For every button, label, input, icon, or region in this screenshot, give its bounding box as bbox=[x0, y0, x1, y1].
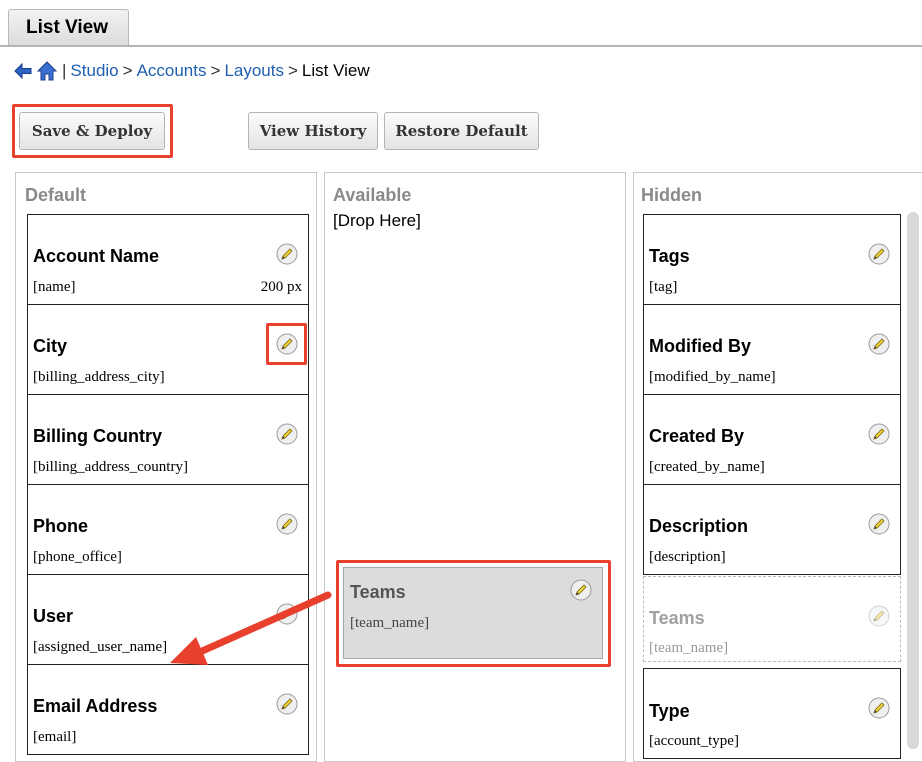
field-card[interactable]: Account Name [name] 200 px bbox=[27, 214, 309, 305]
available-column-title: Available bbox=[333, 185, 412, 205]
save-deploy-button[interactable]: Save & Deploy bbox=[19, 112, 165, 150]
field-name: [tag] bbox=[649, 279, 678, 295]
field-card[interactable]: Created By [created_by_name] bbox=[643, 394, 901, 485]
pencil-icon[interactable] bbox=[868, 697, 890, 719]
pencil-icon[interactable] bbox=[276, 693, 298, 715]
breadcrumb: | Studio > Accounts > Layouts > List Vie… bbox=[13, 59, 370, 83]
field-label: Type bbox=[649, 701, 690, 721]
field-name: [billing_address_city] bbox=[33, 369, 165, 385]
field-name: [created_by_name] bbox=[649, 459, 765, 475]
breadcrumb-arrow: > bbox=[287, 61, 298, 80]
field-name: [billing_address_country] bbox=[33, 459, 188, 475]
breadcrumb-layouts[interactable]: Layouts bbox=[224, 61, 284, 81]
field-card[interactable]: Phone [phone_office] bbox=[27, 484, 309, 575]
default-column-title: Default bbox=[25, 185, 87, 205]
field-card[interactable]: Billing Country [billing_address_country… bbox=[27, 394, 309, 485]
pencil-icon[interactable] bbox=[276, 243, 298, 265]
field-name: [assigned_user_name] bbox=[33, 639, 168, 655]
field-card[interactable]: Description [description] bbox=[643, 484, 901, 575]
field-name: [team_name] bbox=[350, 615, 430, 631]
breadcrumb-accounts[interactable]: Accounts bbox=[137, 61, 207, 81]
pencil-icon[interactable] bbox=[276, 513, 298, 535]
field-label: Modified By bbox=[649, 336, 751, 356]
available-column bbox=[324, 172, 626, 762]
field-label: Tags bbox=[649, 246, 690, 266]
field-label: Phone bbox=[33, 516, 89, 536]
pencil-icon[interactable] bbox=[570, 579, 592, 601]
field-label: Account Name bbox=[33, 246, 160, 266]
drop-zone[interactable]: [Drop Here] bbox=[333, 211, 421, 231]
field-card[interactable]: Email Address [email] bbox=[27, 664, 309, 755]
field-name: [description] bbox=[649, 549, 726, 565]
field-label: Description bbox=[649, 516, 749, 536]
field-label: Created By bbox=[649, 426, 745, 446]
field-label: Teams bbox=[350, 582, 406, 602]
pencil-icon[interactable] bbox=[276, 423, 298, 445]
field-card[interactable]: Type [account_type] bbox=[643, 668, 901, 759]
pencil-icon[interactable] bbox=[868, 513, 890, 535]
breadcrumb-arrow: > bbox=[122, 61, 133, 80]
field-label: City bbox=[33, 336, 68, 356]
pencil-icon[interactable] bbox=[868, 333, 890, 355]
field-name: [modified_by_name] bbox=[649, 369, 776, 385]
hidden-column-title: Hidden bbox=[641, 185, 702, 205]
field-label: Email Address bbox=[33, 696, 158, 716]
drag-arrow-icon bbox=[170, 591, 332, 665]
back-arrow-icon[interactable] bbox=[13, 62, 33, 80]
breadcrumb-separator: | bbox=[62, 61, 67, 80]
pencil-icon bbox=[868, 605, 890, 627]
field-name: [email] bbox=[33, 729, 77, 745]
breadcrumb-arrow: > bbox=[210, 61, 221, 80]
tab-list-view[interactable]: List View bbox=[8, 9, 129, 46]
tab-divider bbox=[0, 45, 922, 47]
home-icon[interactable] bbox=[36, 60, 58, 82]
pencil-icon[interactable] bbox=[868, 423, 890, 445]
field-name: [name] bbox=[33, 279, 76, 295]
field-label: Billing Country bbox=[33, 426, 162, 446]
field-name: [account_type] bbox=[649, 733, 739, 749]
field-label: User bbox=[33, 606, 74, 626]
pencil-icon[interactable] bbox=[868, 243, 890, 265]
field-width: 200 px bbox=[260, 279, 302, 295]
edit-icon-highlight bbox=[266, 323, 307, 365]
field-card[interactable]: Tags [tag] bbox=[643, 214, 901, 305]
restore-default-button[interactable]: Restore Default bbox=[384, 112, 539, 150]
hidden-column-scrollbar[interactable] bbox=[907, 212, 919, 749]
breadcrumb-current: List View bbox=[301, 61, 370, 80]
dragging-field-card[interactable]: Teams [team_name] bbox=[343, 567, 603, 659]
breadcrumb-studio[interactable]: Studio bbox=[70, 61, 118, 81]
field-name: [team_name] bbox=[649, 640, 729, 656]
field-label: Teams bbox=[649, 608, 705, 628]
field-placeholder: Teams [team_name] bbox=[643, 576, 901, 662]
view-history-button[interactable]: View History bbox=[248, 112, 378, 150]
field-card[interactable]: Modified By [modified_by_name] bbox=[643, 304, 901, 395]
field-name: [phone_office] bbox=[33, 549, 122, 565]
